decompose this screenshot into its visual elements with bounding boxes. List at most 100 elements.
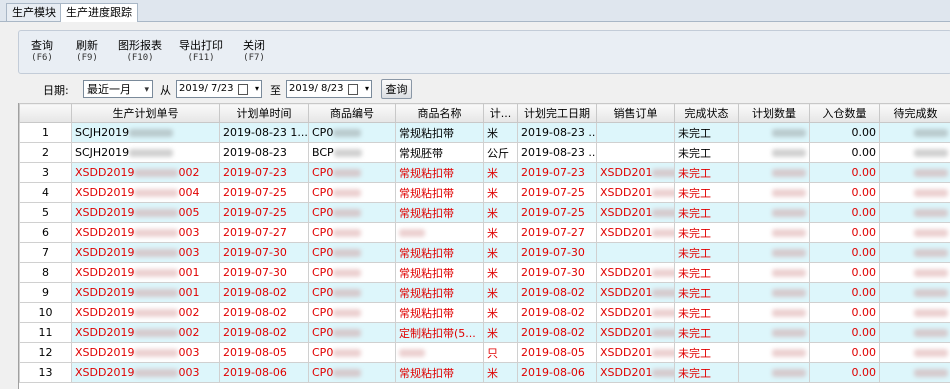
sales-order-cell[interactable] (596, 122, 675, 143)
plan-time-cell[interactable]: 2019-07-30 (219, 242, 309, 263)
product-name-cell[interactable]: 常规粘扣带 (395, 262, 484, 283)
col-header-in-stock-qty[interactable]: 入仓数量 (809, 103, 880, 123)
calendar-icon[interactable] (238, 84, 248, 95)
status-cell[interactable]: 未完工 (674, 182, 739, 203)
product-name-cell[interactable]: 常规粘扣带 (395, 182, 484, 203)
plan-time-cell[interactable]: 2019-08-02 (219, 282, 309, 303)
row-number[interactable]: 8 (19, 262, 72, 283)
table-row[interactable]: 4 XSDD2019 004 2019-07-25 CP0 常规粘扣带 米 2019-07-2… (19, 182, 950, 203)
chevron-down-icon[interactable]: ▾ (365, 81, 369, 97)
product-code-cell[interactable]: CP0 (308, 362, 396, 383)
product-code-cell[interactable]: CP0 (308, 342, 396, 363)
pending-qty-cell[interactable] (879, 282, 950, 303)
pending-qty-cell[interactable] (879, 222, 950, 243)
product-name-cell[interactable] (395, 342, 484, 363)
pending-qty-cell[interactable] (879, 362, 950, 383)
status-cell[interactable]: 未完工 (674, 282, 739, 303)
pending-qty-cell[interactable] (879, 142, 950, 163)
pending-qty-cell[interactable] (879, 162, 950, 183)
status-cell[interactable]: 未完工 (674, 302, 739, 323)
in-stock-qty-cell[interactable]: 0.00 (809, 262, 880, 283)
plan-time-cell[interactable]: 2019-08-05 (219, 342, 309, 363)
planned-finish-cell[interactable]: 2019-08-06 (517, 362, 597, 383)
table-row[interactable]: 5 XSDD2019 005 2019-07-25 CP0 常规粘扣带 米 2019-07-2… (19, 202, 950, 223)
plan-qty-cell[interactable] (738, 262, 810, 283)
plan-time-cell[interactable]: 2019-07-25 (219, 202, 309, 223)
query-button[interactable]: 查询 (F6) (31, 40, 53, 64)
pending-qty-cell[interactable] (879, 242, 950, 263)
in-stock-qty-cell[interactable]: 0.00 (809, 242, 880, 263)
status-cell[interactable]: 未完工 (674, 142, 739, 163)
sales-order-cell[interactable]: XSDD201 (596, 262, 675, 283)
plan-no-cell[interactable]: XSDD2019 003 (71, 222, 220, 243)
plan-no-cell[interactable]: XSDD2019 002 (71, 302, 220, 323)
unit-cell[interactable]: 米 (483, 222, 518, 243)
export-print-button[interactable]: 导出打印 (F11) (179, 40, 223, 64)
plan-no-cell[interactable]: XSDD2019 002 (71, 322, 220, 343)
product-code-cell[interactable]: CP0 (308, 322, 396, 343)
row-number[interactable]: 13 (19, 362, 72, 383)
product-code-cell[interactable]: CP0 (308, 122, 396, 143)
plan-time-cell[interactable]: 2019-07-25 (219, 182, 309, 203)
unit-cell[interactable]: 公斤 (483, 142, 518, 163)
product-name-cell[interactable]: 常规胚带 (395, 142, 484, 163)
unit-cell[interactable]: 米 (483, 362, 518, 383)
plan-time-cell[interactable]: 2019-08-23 (219, 142, 309, 163)
plan-qty-cell[interactable] (738, 182, 810, 203)
planned-finish-cell[interactable]: 2019-07-25 (517, 182, 597, 203)
unit-cell[interactable]: 米 (483, 182, 518, 203)
planned-finish-cell[interactable]: 2019-07-30 (517, 262, 597, 283)
col-header-plan-no[interactable]: 生产计划单号 (71, 103, 220, 123)
planned-finish-cell[interactable]: 2019-08-02 (517, 302, 597, 323)
unit-cell[interactable]: 米 (483, 282, 518, 303)
col-header-product-name[interactable]: 商品名称 (395, 103, 484, 123)
row-number[interactable]: 12 (19, 342, 72, 363)
plan-qty-cell[interactable] (738, 122, 810, 143)
table-row[interactable]: 6 XSDD2019 003 2019-07-27 CP0 米 2019-07-27 XSDD… (19, 222, 950, 243)
close-button[interactable]: 关闭 (F7) (243, 40, 265, 64)
status-cell[interactable]: 未完工 (674, 342, 739, 363)
plan-no-cell[interactable]: XSDD2019 003 (71, 242, 220, 263)
status-cell[interactable]: 未完工 (674, 162, 739, 183)
tab-production-module[interactable]: 生产模块 (6, 3, 62, 21)
plan-no-cell[interactable]: SCJH2019 (71, 122, 220, 143)
product-name-cell[interactable]: 常规粘扣带 (395, 162, 484, 183)
sales-order-cell[interactable]: XSDD201 (596, 322, 675, 343)
table-row[interactable]: 7 XSDD2019 003 2019-07-30 CP0 常规粘扣带 米 2019-07-3… (19, 242, 950, 263)
planned-finish-cell[interactable]: 2019-08-23 ... (517, 142, 597, 163)
plan-qty-cell[interactable] (738, 282, 810, 303)
row-number[interactable]: 1 (19, 122, 72, 143)
product-name-cell[interactable] (395, 222, 484, 243)
plan-qty-cell[interactable] (738, 142, 810, 163)
plan-time-cell[interactable]: 2019-08-06 (219, 362, 309, 383)
col-header-unit[interactable]: 计... (483, 103, 518, 123)
product-code-cell[interactable]: BCP (308, 142, 396, 163)
plan-qty-cell[interactable] (738, 222, 810, 243)
to-date-picker[interactable]: 2019/ 8/23 ▾ (286, 80, 372, 98)
status-cell[interactable]: 未完工 (674, 122, 739, 143)
row-number[interactable]: 6 (19, 222, 72, 243)
date-range-select[interactable]: 最近一月 ▾ (83, 80, 153, 98)
row-number[interactable]: 11 (19, 322, 72, 343)
status-cell[interactable]: 未完工 (674, 202, 739, 223)
sales-order-cell[interactable] (596, 242, 675, 263)
product-code-cell[interactable]: CP0 (308, 222, 396, 243)
status-cell[interactable]: 未完工 (674, 242, 739, 263)
pending-qty-cell[interactable] (879, 262, 950, 283)
plan-time-cell[interactable]: 2019-08-02 (219, 302, 309, 323)
in-stock-qty-cell[interactable]: 0.00 (809, 142, 880, 163)
in-stock-qty-cell[interactable]: 0.00 (809, 122, 880, 143)
plan-no-cell[interactable]: XSDD2019 001 (71, 262, 220, 283)
plan-time-cell[interactable]: 2019-08-23 1... (219, 122, 309, 143)
sales-order-cell[interactable]: XSDD201 (596, 282, 675, 303)
plan-qty-cell[interactable] (738, 342, 810, 363)
unit-cell[interactable]: 米 (483, 302, 518, 323)
plan-qty-cell[interactable] (738, 302, 810, 323)
table-row[interactable]: 1 SCJH2019 2019-08-23 1... CP0 常规粘扣带 米 2019-08… (19, 122, 950, 143)
pending-qty-cell[interactable] (879, 182, 950, 203)
plan-qty-cell[interactable] (738, 162, 810, 183)
planned-finish-cell[interactable]: 2019-07-23 (517, 162, 597, 183)
pending-qty-cell[interactable] (879, 302, 950, 323)
plan-no-cell[interactable]: XSDD2019 002 (71, 162, 220, 183)
in-stock-qty-cell[interactable]: 0.00 (809, 282, 880, 303)
